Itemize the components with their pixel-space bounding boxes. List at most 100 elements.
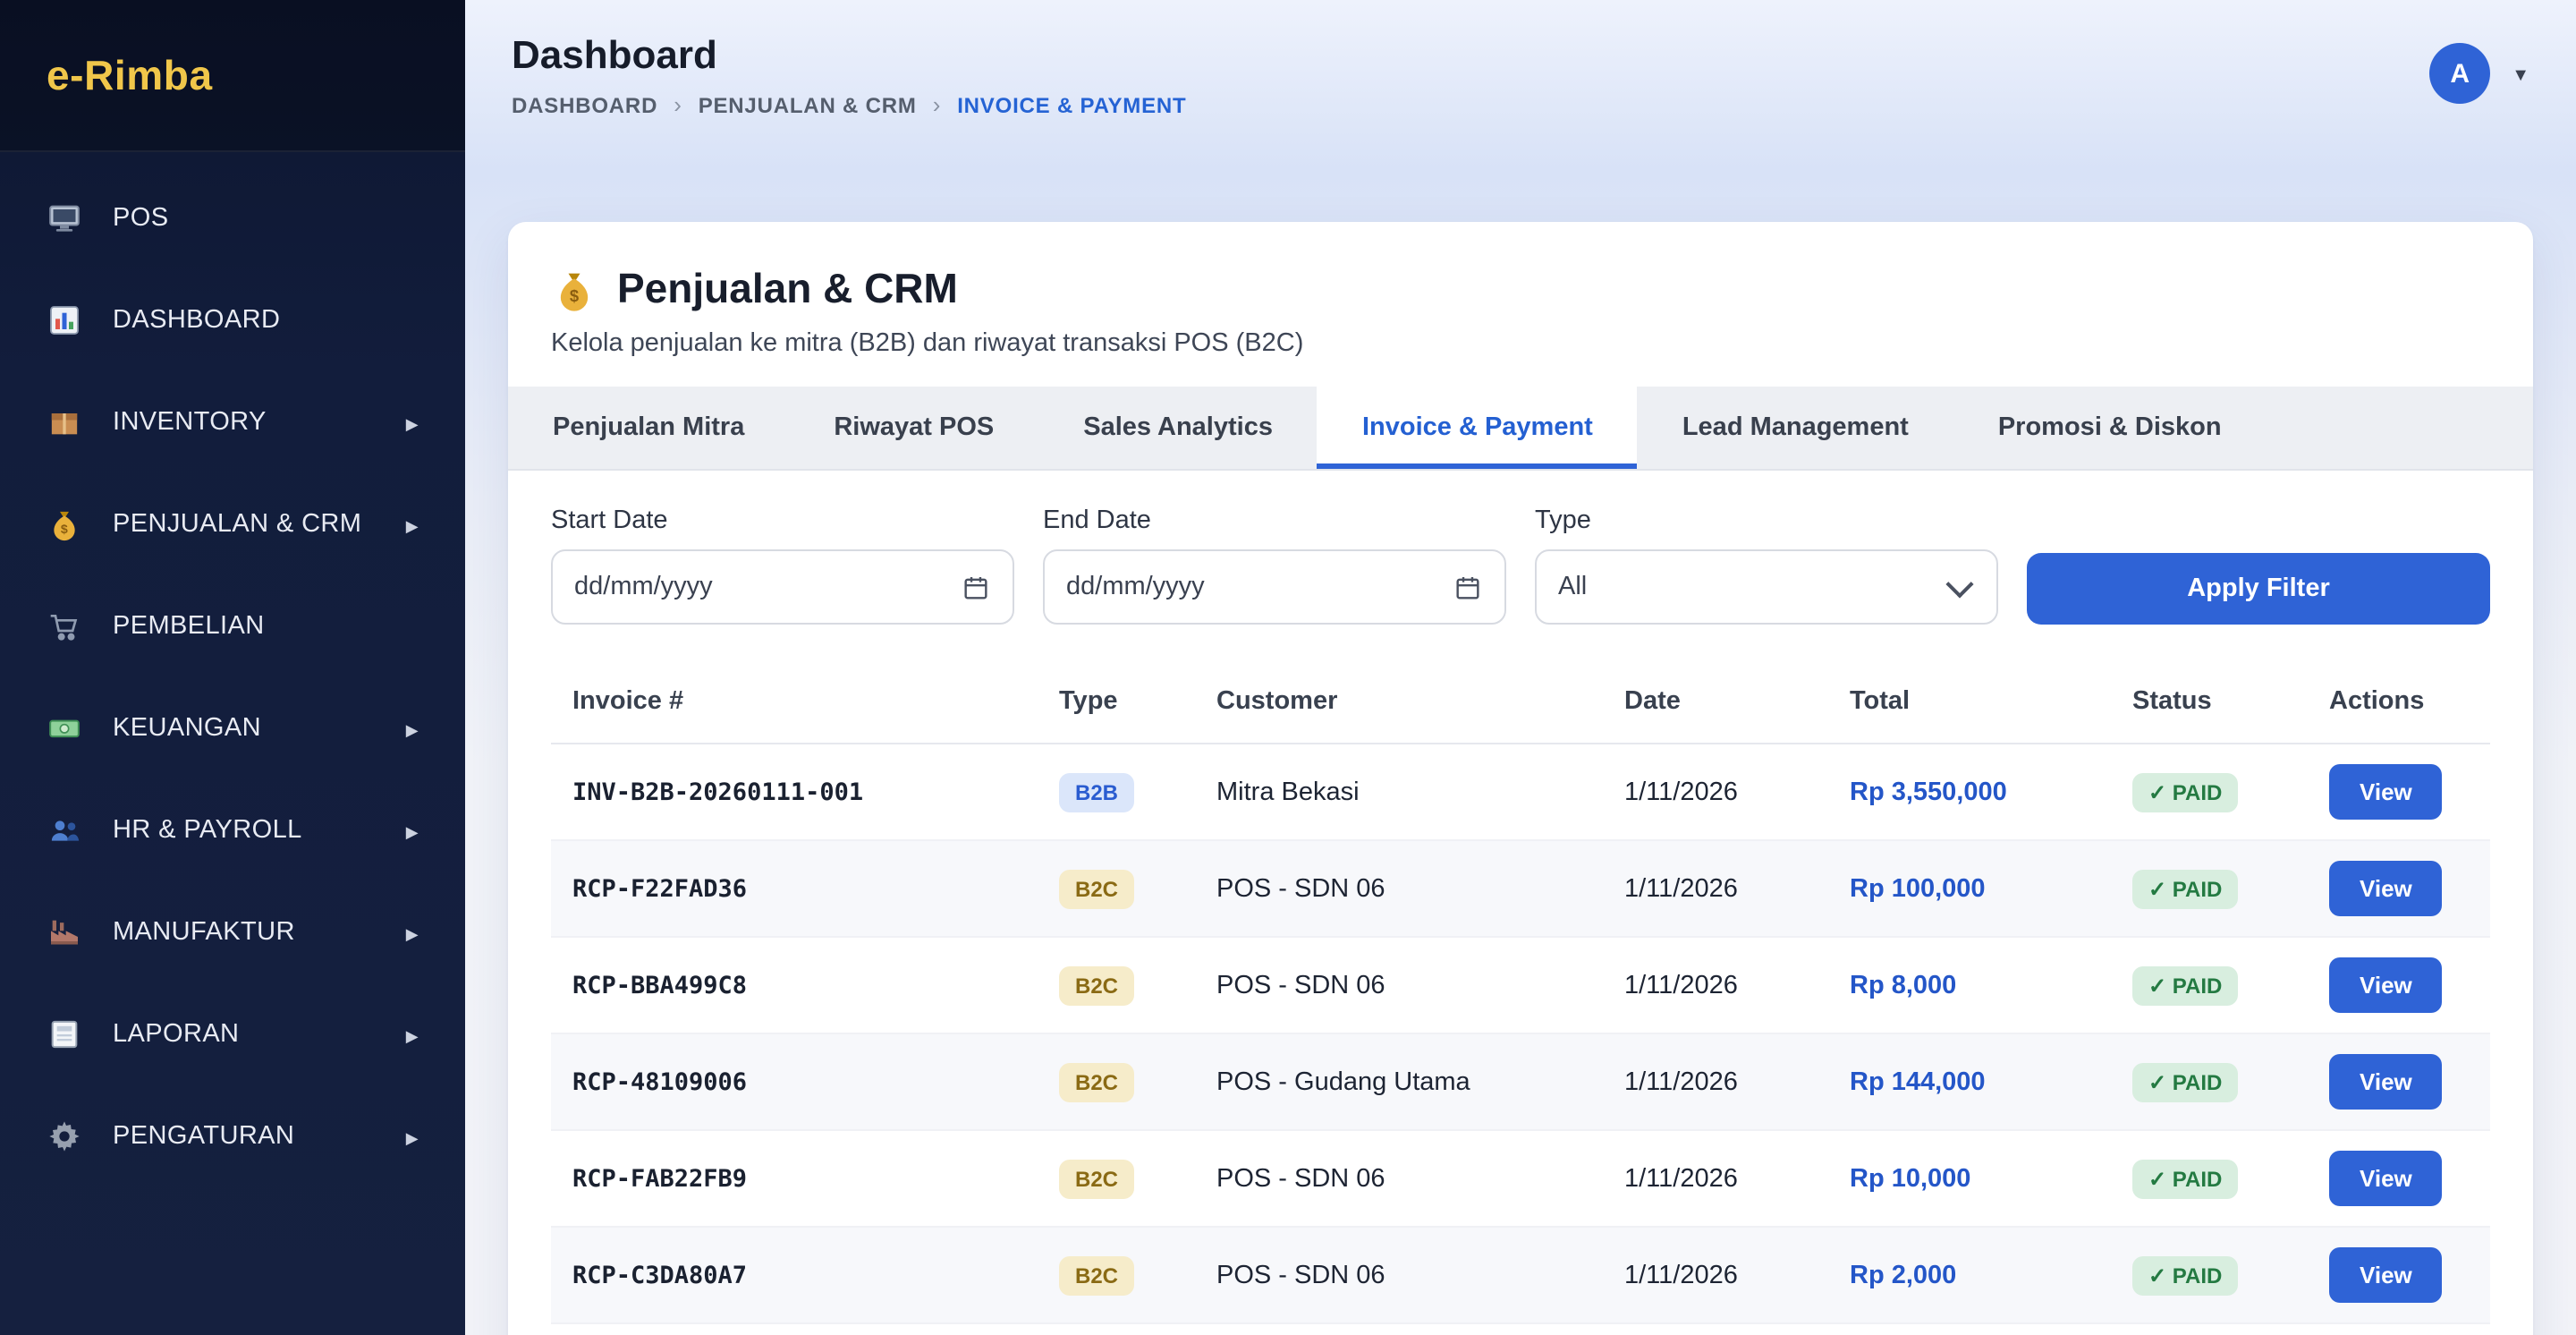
breadcrumb-item-invoice-payment[interactable]: INVOICE & PAYMENT [957,92,1186,117]
money-bag-icon: $ [551,266,597,312]
start-date-input[interactable]: dd/mm/yyyy [551,549,1014,625]
table-cell: POS - SDN 06 [1195,971,1603,999]
card-header: $ Penjualan & CRM Kelola penjualan ke mi… [508,222,2533,387]
table-cell: B2C [1038,1062,1195,1101]
view-button[interactable]: View [2329,1151,2443,1206]
table-cell: ✓ PAID [2111,869,2308,908]
table-cell: View [2308,1054,2490,1110]
column-header-customer: Customer [1195,687,1603,716]
sidebar-item-pembelian[interactable]: PEMBELIAN [0,574,465,676]
table-body: INV-B2B-20260111-001B2BMitra Bekasi1/11/… [551,744,2490,1335]
table-cell: B2B [1038,772,1195,812]
table-row: RCP-BBA499C8B2CPOS - SDN 061/11/2026Rp 8… [551,938,2490,1034]
dropdown-caret-icon[interactable] [2512,57,2529,89]
view-button[interactable]: View [2329,764,2443,820]
column-header-total: Total [1828,687,2111,716]
table-cell: Rp 8,000 [1828,971,2111,999]
svg-text:$: $ [61,522,68,536]
page-title: Dashboard [512,32,1187,79]
type-select-value: All [1558,573,1587,601]
table-cell: 1/11/2026 [1603,1164,1828,1193]
table-cell: View [2308,1247,2490,1303]
status-badge: ✓ PAID [2132,869,2238,908]
end-date-placeholder: dd/mm/yyyy [1066,573,1205,601]
table-row: RCP-C3DA80A7B2CPOS - SDN 061/11/2026Rp 2… [551,1228,2490,1324]
topbar-left: Dashboard DASHBOARD›PENJUALAN & CRM›INVO… [512,32,1187,118]
sidebar-menu: POS DASHBOARD INVENTORY $PENJUALAN & CRMPEM… [0,152,465,1201]
table-cell: View [2308,861,2490,916]
tab-sales-analytics[interactable]: Sales Analytics [1038,387,1318,469]
breadcrumb: DASHBOARD›PENJUALAN & CRM›INVOICE & PAYM… [512,91,1187,118]
status-badge: ✓ PAID [2132,1255,2238,1295]
sidebar: e-Rimba POSDASHBOARDINVENTORY$PENJUALAN … [0,0,465,1335]
table-cell: RCP-F22FAD36 [551,874,1038,903]
tab-promosi-diskon[interactable]: Promosi & Diskon [1953,387,2267,469]
customer-name: POS - SDN 06 [1216,1261,1385,1289]
table-cell: 1/11/2026 [1603,971,1828,999]
tab-invoice-payment[interactable]: Invoice & Payment [1318,387,1638,469]
topbar: Dashboard DASHBOARD›PENJUALAN & CRM›INVO… [465,0,2576,186]
tab-lead-management[interactable]: Lead Management [1638,387,1953,469]
apply-filter-button[interactable]: Apply Filter [2027,553,2490,625]
package-icon [47,404,82,439]
breadcrumb-separator: › [933,91,941,118]
sidebar-item-inventory[interactable]: INVENTORY [0,370,465,472]
type-badge: B2C [1059,1255,1134,1295]
chevron-right-icon [406,1019,419,1048]
sidebar-item-penjualan-crm[interactable]: $PENJUALAN & CRM [0,472,465,574]
avatar[interactable]: A [2429,43,2490,104]
calendar-icon[interactable] [1453,572,1483,602]
table-cell: INV-B2B-20260111-001 [551,778,1038,806]
type-select[interactable]: All [1535,549,1998,625]
sidebar-item-dashboard[interactable]: DASHBOARD [0,268,465,370]
calendar-icon[interactable] [961,572,991,602]
view-button[interactable]: View [2329,1247,2443,1303]
table-cell: ✓ PAID [2111,965,2308,1005]
sidebar-item-laporan[interactable]: LAPORAN [0,982,465,1084]
invoice-number: RCP-C3DA80A7 [572,1261,747,1289]
sidebar-item-label: KEUANGAN [113,713,376,742]
type-badge: B2C [1059,965,1134,1005]
chevron-down-icon [1945,569,1973,597]
invoice-date: 1/11/2026 [1624,1067,1738,1096]
table-cell: POS - SDN 06 [1195,874,1603,903]
sidebar-item-hr-payroll[interactable]: HR & PAYROLL [0,778,465,880]
end-date-input[interactable]: dd/mm/yyyy [1043,549,1506,625]
view-button[interactable]: View [2329,957,2443,1013]
breadcrumb-item-dashboard[interactable]: DASHBOARD [512,92,657,117]
sidebar-item-manufaktur[interactable]: MANUFAKTUR [0,880,465,982]
table-cell: Rp 10,000 [1828,1164,2111,1193]
sidebar-item-label: POS [113,203,419,232]
start-date-label: Start Date [551,506,1014,535]
type-group: Type All [1535,506,1998,625]
sidebar-item-label: INVENTORY [113,407,376,436]
breadcrumb-item-penjualan-crm[interactable]: PENJUALAN & CRM [699,92,917,117]
column-header-status: Status [2111,687,2308,716]
monitor-icon [47,200,82,235]
table-cell: B2C [1038,1255,1195,1295]
sidebar-item-keuangan[interactable]: KEUANGAN [0,676,465,778]
status-badge: ✓ PAID [2132,965,2238,1005]
type-label: Type [1535,506,1998,535]
invoice-table: Invoice #TypeCustomerDateTotalStatusActi… [508,657,2533,1335]
chevron-right-icon [406,815,419,844]
status-badge: ✓ PAID [2132,1062,2238,1101]
user-menu[interactable]: A [2429,43,2529,104]
content-card: $ Penjualan & CRM Kelola penjualan ke mi… [508,222,2533,1335]
tab-penjualan-mitra[interactable]: Penjualan Mitra [508,387,789,469]
factory-icon [47,914,82,949]
status-badge: ✓ PAID [2132,772,2238,812]
invoice-total: Rp 10,000 [1850,1164,1970,1193]
view-button[interactable]: View [2329,861,2443,916]
card-title: $ Penjualan & CRM [551,265,2490,313]
tab-riwayat-pos[interactable]: Riwayat POS [789,387,1038,469]
table-cell: View [2308,957,2490,1013]
table-cell: Rp 144,000 [1828,1067,2111,1096]
sidebar-item-pos[interactable]: POS [0,166,465,268]
sidebar-item-pengaturan[interactable]: PENGATURAN [0,1084,465,1186]
view-button[interactable]: View [2329,1054,2443,1110]
card-title-text: Penjualan & CRM [617,265,958,313]
invoice-total: Rp 144,000 [1850,1067,1986,1096]
invoice-date: 1/11/2026 [1624,971,1738,999]
table-cell: POS - SDN 06 [1195,1261,1603,1289]
